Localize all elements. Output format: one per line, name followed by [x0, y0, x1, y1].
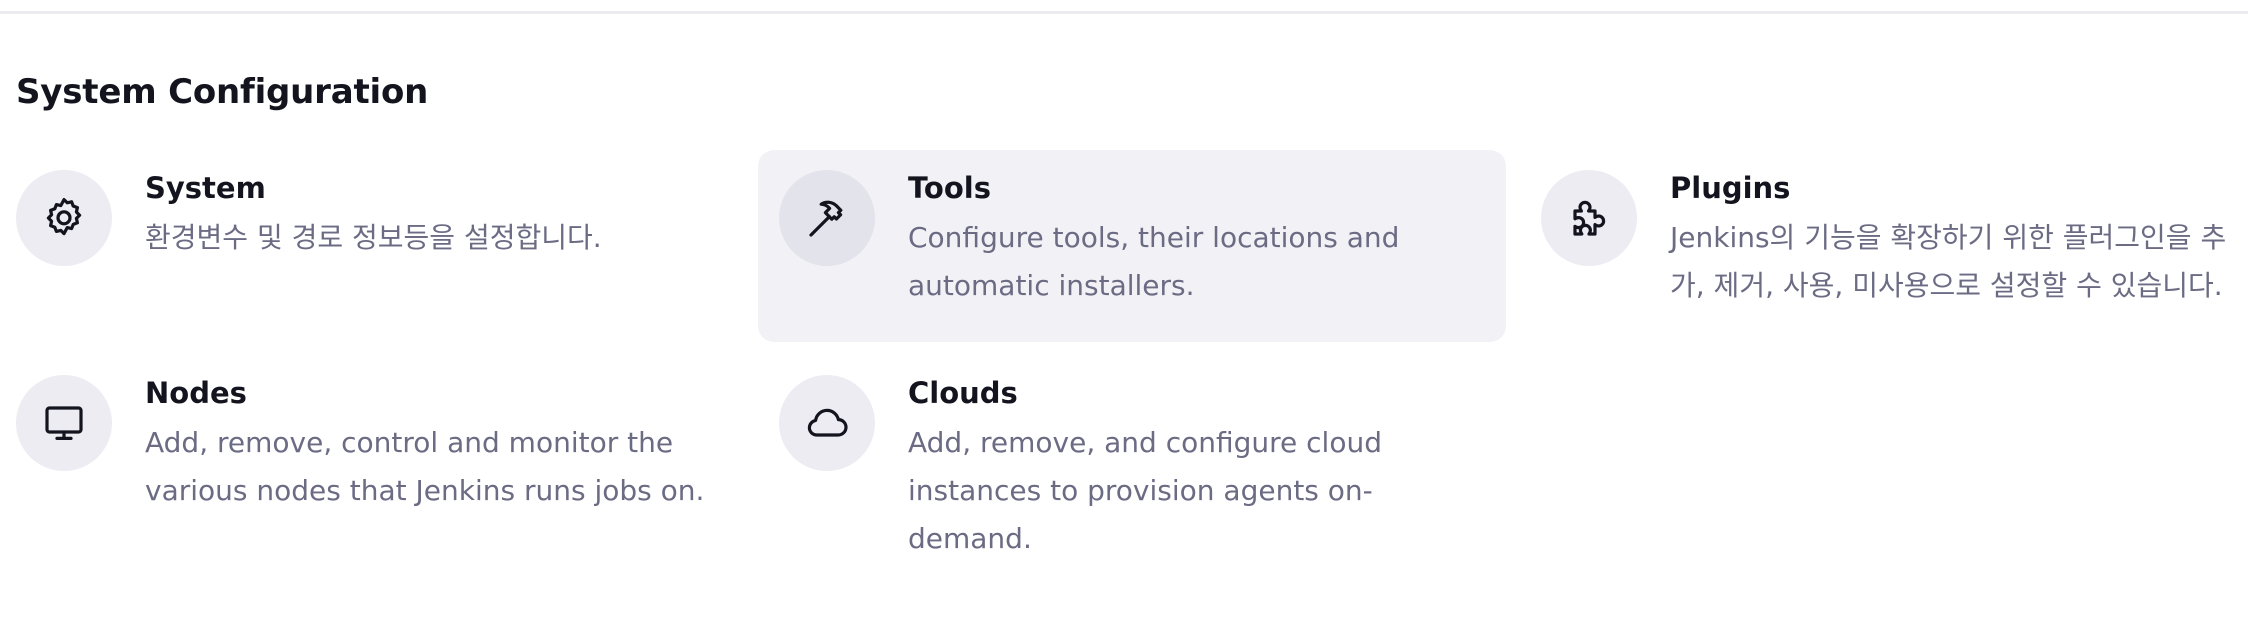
card-description: Jenkins의 기능을 확장하기 위한 플러그인을 추가, 제거, 사용, 미… — [1670, 221, 2227, 302]
card-description: 환경변수 및 경로 정보등을 설정합니다. — [145, 221, 602, 254]
puzzle-icon — [1573, 200, 1606, 236]
card-description: Add, remove, and configure cloud instanc… — [908, 426, 1382, 555]
cloud-icon-circle — [779, 375, 875, 471]
card-clouds[interactable]: Clouds Add, remove, and configure cloud … — [779, 375, 1479, 575]
monitor-icon — [45, 406, 83, 440]
card-tools[interactable]: Tools Configure tools, their locations a… — [758, 150, 1506, 342]
puzzle-icon-circle — [1541, 170, 1637, 266]
section-title: System Configuration — [16, 72, 429, 112]
card-nodes[interactable]: Nodes Add, remove, control and monitor t… — [16, 375, 716, 545]
card-title: System — [145, 171, 266, 205]
top-divider — [0, 11, 2248, 14]
card-title: Clouds — [908, 376, 1018, 410]
hammer-icon-circle — [779, 170, 875, 266]
card-system[interactable]: System 환경변수 및 경로 정보등을 설정합니다. — [16, 170, 716, 340]
card-plugins[interactable]: Plugins Jenkins의 기능을 확장하기 위한 플러그인을 추가, 제… — [1541, 170, 2241, 340]
card-description: Configure tools, their locations and aut… — [908, 221, 1400, 302]
card-title: Tools — [908, 171, 991, 205]
hammer-icon — [809, 200, 843, 237]
cloud-icon — [807, 408, 848, 437]
card-title: Plugins — [1670, 171, 1791, 205]
card-title: Nodes — [145, 376, 247, 410]
monitor-icon-circle — [16, 375, 112, 471]
gear-icon — [46, 198, 82, 236]
card-description: Add, remove, control and monitor the var… — [145, 426, 705, 507]
gear-icon-circle — [16, 170, 112, 266]
